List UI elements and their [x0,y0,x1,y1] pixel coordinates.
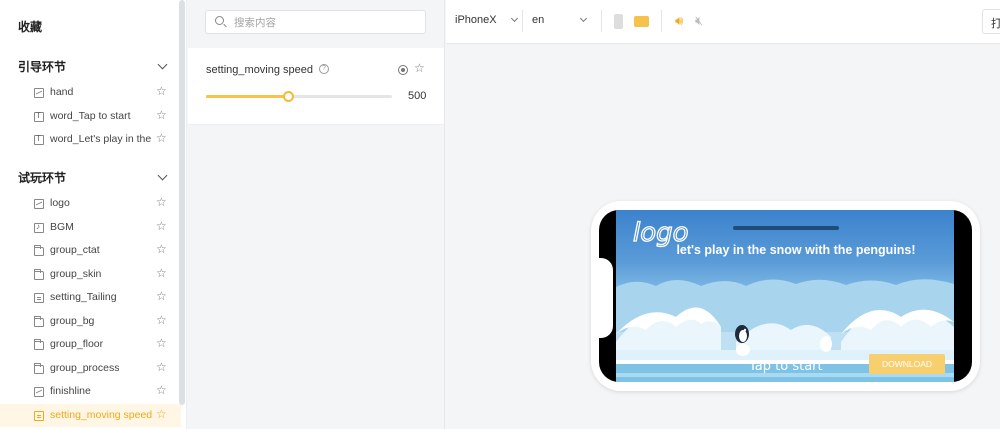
favorites-sidebar: 收藏 引导环节 hand ☆ word_Tap to start ☆ word_… [0,0,187,429]
portrait-icon[interactable] [614,14,623,29]
sidebar-item-group-floor[interactable]: group_floor ☆ [0,333,180,356]
group-label: 引导环节 [18,59,67,74]
text-icon [34,134,44,145]
star-icon[interactable]: ☆ [156,336,167,350]
setting-icon [34,293,44,303]
sidebar-item-label: setting_Tailing [50,291,117,303]
chevron-down-icon [510,14,519,23]
sidebar-item-label: group_bg [50,315,95,327]
property-panel: setting_moving speed ? ☆ 500 [188,0,445,429]
toolbar-divider [661,10,662,32]
star-icon[interactable]: ☆ [156,407,167,421]
sidebar-item-label: group_ctat [50,244,100,256]
reset-icon[interactable] [398,65,408,75]
image-icon [34,387,44,397]
search-box[interactable] [205,10,426,34]
help-icon[interactable]: ? [319,64,329,74]
language-select-value: en [532,14,545,26]
star-icon[interactable]: ☆ [156,195,167,209]
chevron-down-icon [157,170,168,180]
slider-thumb[interactable] [282,91,294,102]
preview-toolbar: iPhoneX en 🔊︎ 🔇︎ 打 [446,0,1000,44]
star-icon[interactable]: ☆ [156,289,167,303]
audio-icon [34,222,44,233]
star-icon[interactable]: ☆ [156,266,167,280]
sidebar-item-setting-tailing[interactable]: setting_Tailing ☆ [0,286,180,309]
group-label: 试玩环节 [18,170,67,185]
device-select[interactable]: iPhoneX [455,14,519,26]
group-header-guide[interactable]: 引导环节 [18,56,170,76]
toolbar-divider [601,10,602,32]
toolbar-action-button[interactable]: 打 [982,9,1000,34]
sidebar-item-label: group_process [50,362,120,374]
device-select-value: iPhoneX [455,14,497,26]
sidebar-item-label: word_Tap to start [50,110,131,122]
app-root: 收藏 引导环节 hand ☆ word_Tap to start ☆ word_… [0,0,1000,429]
sidebar-item-label: BGM [50,221,74,233]
phone-frame: logo let's play in the snow with the pen… [591,201,980,391]
game-headline: let's play in the snow with the penguins… [676,243,916,257]
sidebar-scrollbar[interactable] [179,0,185,405]
group-header-trial[interactable]: 试玩环节 [18,167,170,187]
speed-slider[interactable] [206,91,392,102]
sidebar-item-word-tap[interactable]: word_Tap to start ☆ [0,105,180,128]
sidebar-item-setting-moving-speed[interactable]: setting_moving speed ☆ [0,404,181,427]
volume-on-icon[interactable]: 🔊︎ [675,13,683,29]
folder-icon [34,316,44,327]
sidebar-item-group-process[interactable]: group_process ☆ [0,357,180,380]
sidebar-item-label: group_floor [50,338,104,350]
sidebar-item-label: hand [50,86,74,98]
star-icon[interactable]: ☆ [414,61,425,75]
status-bar [733,226,839,230]
landscape-icon[interactable] [634,16,649,27]
sidebar-item-hand[interactable]: hand ☆ [0,81,180,104]
text-icon [34,111,44,122]
image-icon [34,88,44,98]
search-icon [215,16,224,25]
sidebar-item-group-bg[interactable]: group_bg ☆ [0,310,180,333]
star-icon[interactable]: ☆ [156,383,167,397]
slider-fill [206,95,288,98]
star-icon[interactable]: ☆ [156,313,167,327]
tap-to-start-text: Tap to start [749,359,823,374]
star-icon[interactable]: ☆ [156,360,167,374]
sidebar-item-word-lets-play[interactable]: word_Let's play in the ... ☆ [0,128,180,151]
image-icon [34,199,44,209]
sidebar-title: 收藏 [18,20,43,34]
sidebar-item-group-ctat[interactable]: group_ctat ☆ [0,239,180,262]
chevron-down-icon [579,14,588,23]
property-name: setting_moving speed [206,64,314,76]
sidebar-item-label: group_skin [50,268,102,280]
download-button[interactable]: DOWNLOAD [869,354,945,374]
setting-icon [34,411,44,421]
language-select[interactable]: en [532,14,588,26]
sidebar-item-bgm[interactable]: BGM ☆ [0,216,180,239]
slider-value: 500 [408,90,427,102]
sidebar-item-group-skin[interactable]: group_skin ☆ [0,263,180,286]
volume-mute-icon[interactable]: 🔇︎ [695,13,703,29]
star-icon[interactable]: ☆ [156,84,167,98]
star-icon[interactable]: ☆ [156,108,167,122]
phone-notch [599,258,613,338]
folder-icon [34,339,44,350]
star-icon[interactable]: ☆ [156,131,167,145]
sidebar-item-label: setting_moving speed [50,409,153,421]
search-input[interactable] [234,14,419,31]
sidebar-item-finishline[interactable]: finishline ☆ [0,380,180,403]
property-card: setting_moving speed ? ☆ 500 [188,48,444,125]
chevron-down-icon [157,59,168,69]
folder-icon [34,269,44,280]
sidebar-item-logo[interactable]: logo ☆ [0,192,180,215]
sidebar-item-label: word_Let's play in the ... [50,133,155,145]
sidebar-item-label: finishline [50,385,91,397]
toolbar-divider [522,10,523,32]
star-icon[interactable]: ☆ [156,219,167,233]
folder-icon [34,363,44,374]
phone-screen-bezel: logo let's play in the snow with the pen… [599,210,972,382]
game-preview-screen[interactable]: logo let's play in the snow with the pen… [616,210,954,382]
star-icon[interactable]: ☆ [156,242,167,256]
sidebar-item-label: logo [50,197,70,209]
folder-icon [34,245,44,256]
